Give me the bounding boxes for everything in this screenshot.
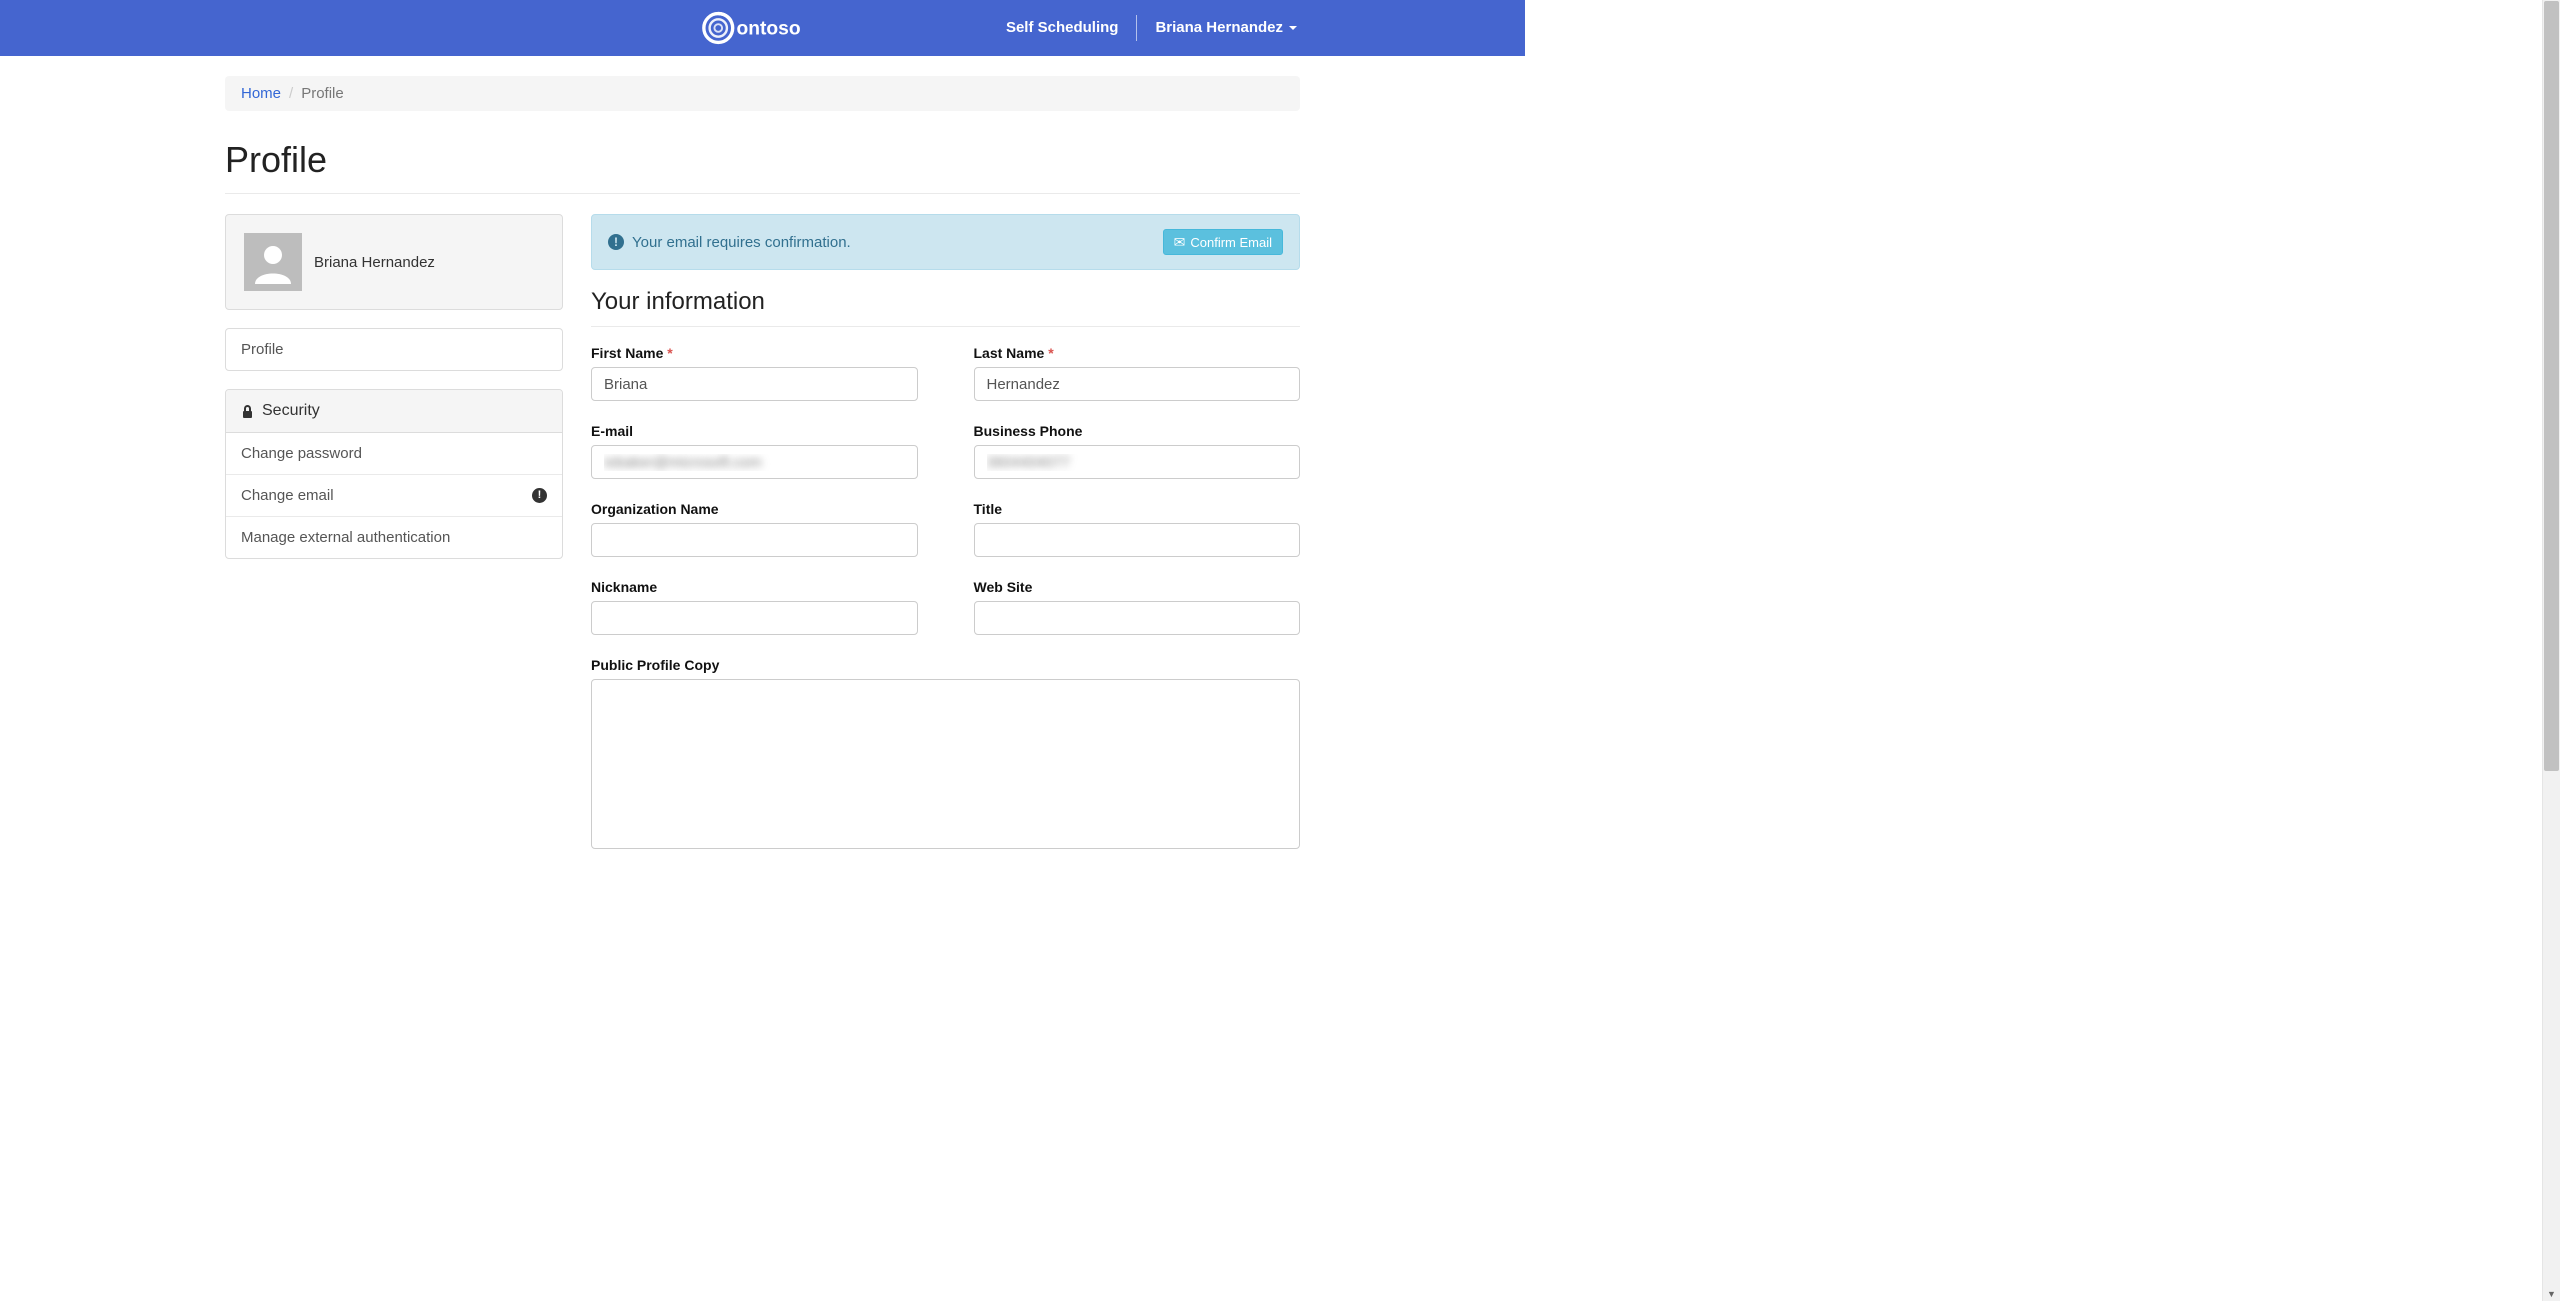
required-asterisk: *: [1048, 345, 1053, 361]
first-name-label: First Name *: [591, 345, 918, 361]
section-rule: [591, 326, 1300, 327]
breadcrumb-home[interactable]: Home: [241, 85, 281, 102]
brand-logo[interactable]: ontoso: [700, 9, 825, 47]
required-asterisk: *: [667, 345, 672, 361]
email-label: E-mail: [591, 423, 918, 439]
security-panel: Security Change password Change email ! …: [225, 389, 563, 559]
security-item-label: Manage external authentication: [241, 529, 450, 546]
security-item-manage-external-auth[interactable]: Manage external authentication: [226, 517, 562, 558]
business-phone-label: Business Phone: [974, 423, 1301, 439]
info-icon: !: [608, 234, 624, 250]
breadcrumb-current: Profile: [301, 85, 344, 102]
business-phone-field[interactable]: [974, 445, 1301, 479]
svg-text:ontoso: ontoso: [737, 19, 801, 40]
web-site-field[interactable]: [974, 601, 1301, 635]
web-site-label: Web Site: [974, 579, 1301, 595]
public-profile-copy-label: Public Profile Copy: [591, 657, 1300, 673]
breadcrumb-separator: /: [289, 85, 293, 102]
security-header-label: Security: [262, 402, 320, 420]
avatar: [244, 233, 302, 291]
avatar-name: Briana Hernandez: [314, 254, 435, 271]
nav-self-scheduling[interactable]: Self Scheduling: [988, 15, 1137, 41]
email-confirmation-alert: ! Your email requires confirmation. ✉ Co…: [591, 214, 1300, 270]
profile-card: Briana Hernandez: [225, 214, 563, 310]
security-item-change-email[interactable]: Change email !: [226, 475, 562, 517]
main-content: ! Your email requires confirmation. ✉ Co…: [591, 214, 1300, 875]
security-item-label: Change email: [241, 487, 334, 504]
title-field[interactable]: [974, 523, 1301, 557]
breadcrumb: Home / Profile: [225, 76, 1300, 111]
nickname-field[interactable]: [591, 601, 918, 635]
security-item-label: Change password: [241, 445, 362, 462]
nav-user-name: Briana Hernandez: [1155, 15, 1283, 41]
scrollbar-thumb[interactable]: [2544, 1, 2559, 771]
email-field[interactable]: [591, 445, 918, 479]
section-title: Your information: [591, 288, 1300, 316]
org-name-field[interactable]: [591, 523, 918, 557]
page-title: Profile: [225, 139, 1300, 181]
nav-user-dropdown[interactable]: Briana Hernandez: [1137, 15, 1315, 41]
scroll-down-icon[interactable]: ▼: [2547, 1289, 2556, 1299]
envelope-icon: ✉: [1174, 235, 1186, 249]
nickname-label: Nickname: [591, 579, 918, 595]
security-header: Security: [226, 390, 562, 433]
sidebar-nav: Profile: [225, 328, 563, 371]
sidebar: Briana Hernandez Profile Security Change…: [225, 214, 563, 577]
nav-right: Self Scheduling Briana Hernandez: [988, 0, 1505, 56]
org-name-label: Organization Name: [591, 501, 918, 517]
first-name-field[interactable]: [591, 367, 918, 401]
title-rule: [225, 193, 1300, 194]
last-name-field[interactable]: [974, 367, 1301, 401]
scrollbar[interactable]: ▲ ▼: [2542, 0, 2560, 1301]
security-item-change-password[interactable]: Change password: [226, 433, 562, 475]
public-profile-copy-field[interactable]: [591, 679, 1300, 849]
sidebar-item-profile[interactable]: Profile: [226, 329, 562, 370]
alert-message: Your email requires confirmation.: [632, 234, 851, 251]
top-header: ontoso Self Scheduling Briana Hernandez: [0, 0, 1525, 56]
alert-badge-icon: !: [532, 488, 547, 503]
last-name-label: Last Name *: [974, 345, 1301, 361]
confirm-email-button[interactable]: ✉ Confirm Email: [1163, 229, 1283, 255]
title-label: Title: [974, 501, 1301, 517]
confirm-email-label: Confirm Email: [1190, 235, 1272, 250]
lock-icon: [241, 405, 254, 418]
caret-down-icon: [1289, 26, 1297, 30]
